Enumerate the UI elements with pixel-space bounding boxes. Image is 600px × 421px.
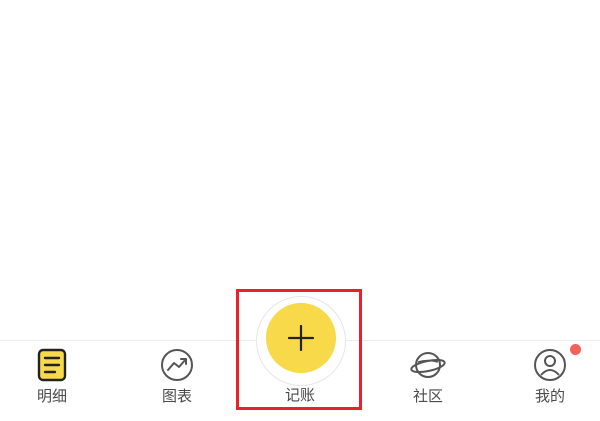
add-record-button[interactable]	[266, 303, 336, 373]
main-content-area	[0, 0, 600, 340]
trend-chart-icon	[159, 347, 195, 383]
tab-chart-label: 图表	[161, 387, 192, 405]
plus-icon	[287, 324, 315, 352]
tab-community-label: 社区	[412, 387, 443, 405]
tab-add-label[interactable]: 记账	[250, 386, 350, 404]
planet-icon	[410, 347, 446, 383]
user-icon	[532, 347, 568, 383]
list-document-icon	[34, 347, 70, 383]
tab-detail[interactable]: 明细	[2, 341, 102, 421]
tab-detail-label: 明细	[36, 387, 67, 405]
notification-badge	[570, 344, 581, 355]
tab-me[interactable]: 我的	[500, 341, 600, 421]
tab-community[interactable]: 社区	[378, 341, 478, 421]
tab-chart[interactable]: 图表	[127, 341, 227, 421]
tab-me-label: 我的	[534, 387, 565, 405]
